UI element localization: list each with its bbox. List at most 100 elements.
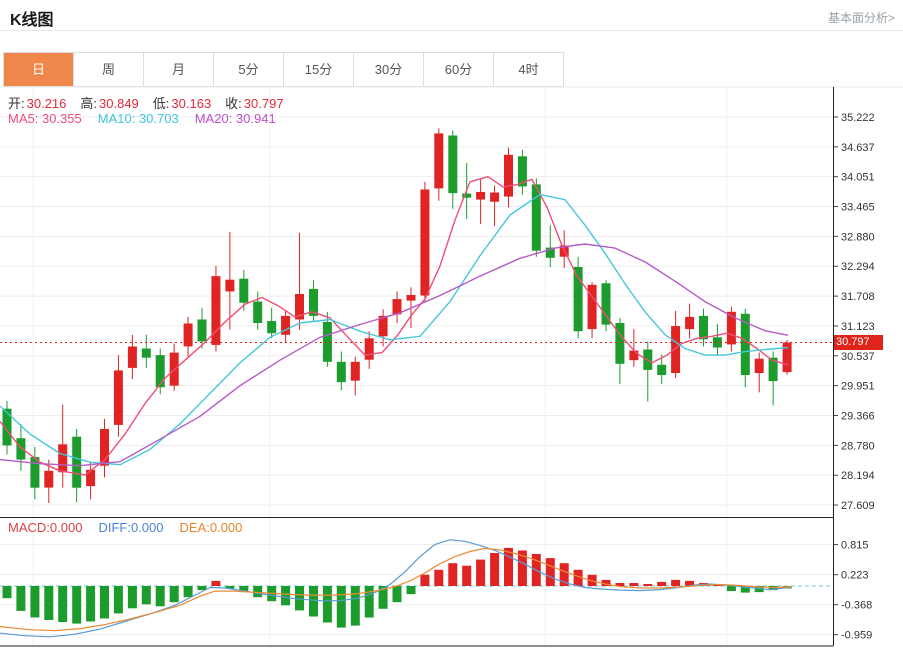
macd-bar [490, 553, 499, 586]
candle [225, 280, 234, 292]
macd-bar [351, 586, 360, 626]
candle [44, 471, 53, 488]
ma20-legend: MA20: 30.941 [195, 111, 276, 126]
price-tick-0: 35.222 [841, 112, 875, 124]
macd-bar [365, 586, 374, 618]
price-tick-1: 34.637 [841, 142, 875, 154]
macd-bar [727, 586, 736, 591]
candle [448, 136, 457, 194]
candle [58, 444, 67, 472]
macd-bar [58, 586, 67, 622]
macd-bar [657, 582, 666, 586]
price-tick-10: 29.366 [841, 410, 875, 422]
macd-bar [156, 586, 165, 606]
macd-bar [44, 586, 53, 620]
candle [504, 155, 513, 197]
price-tick-12: 28.194 [841, 470, 875, 482]
candle [476, 192, 485, 200]
macd-tick-0: 0.815 [841, 540, 869, 552]
candle [72, 437, 81, 488]
diff-value-legend: DIFF:0.000 [98, 520, 163, 535]
candle [337, 362, 346, 382]
macd-bar [100, 586, 109, 619]
macd-bar [128, 586, 137, 608]
macd-bar [643, 584, 652, 586]
price-tick-13: 27.609 [841, 500, 875, 512]
candle [30, 457, 39, 488]
macd-value-legend: MACD:0.000 [8, 520, 82, 535]
macd-bar [295, 586, 304, 610]
price-tick-3: 33.465 [841, 202, 875, 214]
price-tick-7: 31.123 [841, 321, 875, 333]
low-label: 低: [153, 96, 170, 111]
candle [253, 302, 262, 323]
current-price-badge: 30.797 [834, 335, 883, 350]
candle [114, 370, 123, 425]
candle [420, 190, 429, 296]
open-value: 30.216 [27, 96, 67, 111]
macd-bar [448, 563, 457, 586]
candle [142, 349, 151, 358]
close-value: 30.797 [244, 96, 284, 111]
ma10-legend: MA10: 30.703 [98, 111, 179, 126]
macd-bar [434, 570, 443, 586]
price-tick-2: 34.051 [841, 172, 875, 184]
macd-tick-1: 0.223 [841, 570, 869, 582]
candle [699, 316, 708, 339]
macd-bar [323, 586, 332, 623]
candle [239, 279, 248, 303]
macd-bar [476, 560, 485, 586]
macd-bar [546, 558, 555, 586]
high-value: 30.849 [99, 96, 139, 111]
candle [365, 338, 374, 359]
macd-bar [170, 586, 179, 602]
macd-bar [184, 586, 193, 597]
candle [671, 326, 680, 373]
dea-value-legend: DEA:0.000 [179, 520, 242, 535]
macd-bar [253, 586, 262, 597]
macd-bar [407, 586, 416, 594]
candle [267, 321, 276, 333]
macd-bar [3, 586, 12, 598]
candle [156, 355, 165, 387]
kline-chart-page: K线图 基本面分析> 日周月5分15分30分60分4时 35.22234.637… [0, 0, 903, 648]
candle [323, 322, 332, 362]
macd-bar [309, 586, 318, 617]
macd-bar [337, 586, 346, 628]
price-tick-9: 29.951 [841, 381, 875, 393]
candle [198, 320, 207, 342]
macd-bar [420, 575, 429, 586]
ma-legend: MA5: 30.355 MA10: 30.703 MA20: 30.941 [8, 111, 276, 126]
price-tick-11: 28.780 [841, 440, 875, 452]
close-label: 收: [225, 96, 242, 111]
macd-bar [142, 586, 151, 604]
macd-bar [462, 566, 471, 586]
candle [657, 365, 666, 375]
macd-bar [114, 586, 123, 613]
price-tick-4: 32.880 [841, 231, 875, 243]
candle [755, 359, 764, 373]
candle [16, 438, 25, 459]
macd-tick-3: -0.959 [841, 630, 872, 642]
macd-bar [16, 586, 25, 611]
macd-bar [72, 586, 81, 624]
macd-bar [504, 548, 513, 586]
low-value: 30.163 [171, 96, 211, 111]
open-label: 开: [8, 96, 25, 111]
macd-bar [629, 583, 638, 586]
price-tick-8: 30.537 [841, 351, 875, 363]
macd-bar [671, 580, 680, 586]
macd-bar [211, 581, 220, 586]
ohlc-summary: 开:30.216高:30.849低:30.163收:30.797 [8, 93, 298, 112]
macd-bar [86, 586, 95, 622]
candle [490, 193, 499, 202]
candle [434, 133, 443, 188]
candle [629, 351, 638, 361]
macd-tick-2: -0.368 [841, 600, 872, 612]
candle [128, 347, 137, 368]
ma5-legend: MA5: 30.355 [8, 111, 82, 126]
price-tick-5: 32.294 [841, 261, 875, 273]
candle [602, 283, 611, 324]
macd-bar [281, 586, 290, 605]
macd-bar [393, 586, 402, 602]
